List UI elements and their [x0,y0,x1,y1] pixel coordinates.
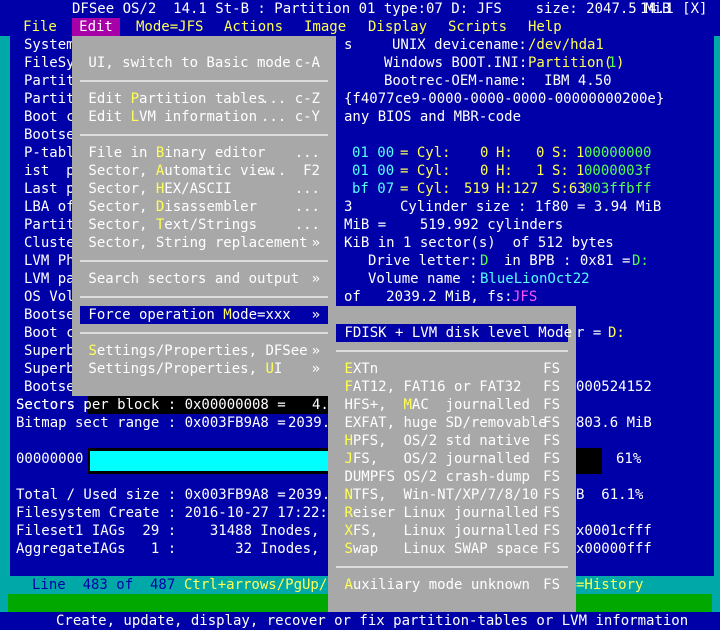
menu-separator [80,260,328,262]
menu-help[interactable]: Help [528,18,562,36]
bitmap-range-value: 2039. [288,415,331,431]
mode-menu-item[interactable]: FDISK + LVM disk level Mode [336,324,572,342]
status-bar: Create, update, display, recover or fix … [0,612,720,630]
mode-menu-item[interactable]: Auxiliary mode unknown FS [336,576,568,594]
nav-hint: Ctrl+arrows/PgUp/P [184,577,336,593]
edit-menu-item[interactable]: File in Binary editor... [80,144,328,162]
status-text: Create, update, display, recover or fix … [56,613,689,629]
menu-separator [336,350,568,352]
info-label: P-tabl [24,145,75,161]
info-label: Last p [24,181,75,197]
mode-menu-item[interactable]: NTFS, Win-NT/XP/7/8/10 FS [336,486,568,504]
menu-mode[interactable]: Mode=JFS [136,18,203,36]
info-label: Partit [24,217,75,233]
menu-actions[interactable]: Actions [224,18,283,36]
info-label: Cluste [24,235,75,251]
info-label: LVM Ph [24,253,75,269]
edit-menu-item[interactable]: Sector, Disassembler... [80,198,328,216]
edit-menu-item[interactable]: Sector, Text/Strings... [80,216,328,234]
info-label: LVM pa [24,271,75,287]
mode-menu-item[interactable]: Swap Linux SWAP space FS [336,540,568,558]
edit-menu-item[interactable]: Search sectors and output» [80,270,328,288]
aggregate-iags: AggregateIAGs 1 : 32 Inodes, use [16,541,354,557]
progress-label: 00000000 [16,451,84,467]
edit-menu-item[interactable]: Sector, Automatic view... F2 [80,162,328,180]
edit-menu-item[interactable]: Edit Partition tables... c-Z [80,90,328,108]
edit-menu-item[interactable]: Settings/Properties, UI» [80,360,328,378]
line-counter: Line 483 of 487 [32,577,176,593]
mode-menu-item[interactable]: JFS, OS/2 journalled FS [336,450,568,468]
window-title: DFSee OS/2 14.1 St-B : Partition 01 type… [72,1,671,17]
total-used-size: Total / Used size : 0x003FB9A8 = [16,487,286,503]
menu-edit[interactable]: Edit [72,18,120,36]
mode-menu-item[interactable]: Reiser Linux journalled FS [336,504,568,522]
info-label: Bootse [24,127,75,143]
menu-separator [80,134,328,136]
menu-separator [336,566,568,568]
mode-menu-item[interactable]: DUMPFS OS/2 crash-dump FS [336,468,568,486]
mode-menu-item[interactable]: EXTn FS [336,360,568,378]
close-button[interactable]: 14.1 [X] [640,0,707,18]
menu-separator [80,332,328,334]
edit-menu-item[interactable]: UI, switch to Basic mode c-A [80,54,328,72]
info-label: ist p [24,163,75,179]
edit-menu-item[interactable]: Sector, HEX/ASCII... [80,180,328,198]
filesystem-create: Filesystem Create : 2016-10-27 17:22:12 [16,505,345,521]
edit-menu: UI, switch to Basic mode c-A Edit Partiti… [72,36,336,396]
edit-menu-item[interactable]: Edit LVM information... c-Y [80,108,328,126]
mode-menu-item[interactable]: HFS+, MAC journalled FS [336,396,568,414]
fileset-iags: Fileset1 IAGs 29 : 31488 Inodes, use [16,523,354,539]
mode-menu-item[interactable]: HPFS, OS/2 std native FS [336,432,568,450]
menu-scripts[interactable]: Scripts [448,18,507,36]
edit-menu-item[interactable]: Settings/Properties, DFSee» [80,342,328,360]
menu-bar: File Edit Mode=JFS Actions Image Display… [0,18,720,36]
info-label: FileSy [24,55,75,71]
info-label: System [24,37,75,53]
mode-submenu: FDISK + LVM disk level Mode EXTn FS FAT12… [328,306,576,612]
menu-display[interactable]: Display [368,18,427,36]
usage-percent: 61% [616,451,642,467]
menu-file[interactable]: File [16,18,64,36]
edit-menu-item[interactable]: Force operation Mode=xxx» [80,306,328,324]
mode-menu-item[interactable]: XFS, Linux journalled FS [336,522,568,540]
info-label: Boot c [24,109,75,125]
mode-menu-item[interactable]: FAT12, FAT16 or FAT32 FS [336,378,568,396]
edit-menu-item[interactable]: Sector, String replacement» [80,234,328,252]
menu-separator [80,296,328,298]
info-label: Partit [24,91,75,107]
info-label: Partit [24,73,75,89]
mode-menu-item[interactable]: EXFAT, huge SD/removable FS [336,414,568,432]
history-hint: =History [576,577,644,593]
bitmap-range: Bitmap sect range : 0x003FB9A8 = [16,415,286,431]
menu-separator [80,80,328,82]
title-bar: DFSee OS/2 14.1 St-B : Partition 01 type… [0,0,720,18]
menu-image[interactable]: Image [304,18,346,36]
info-label: LBA of [24,199,75,215]
